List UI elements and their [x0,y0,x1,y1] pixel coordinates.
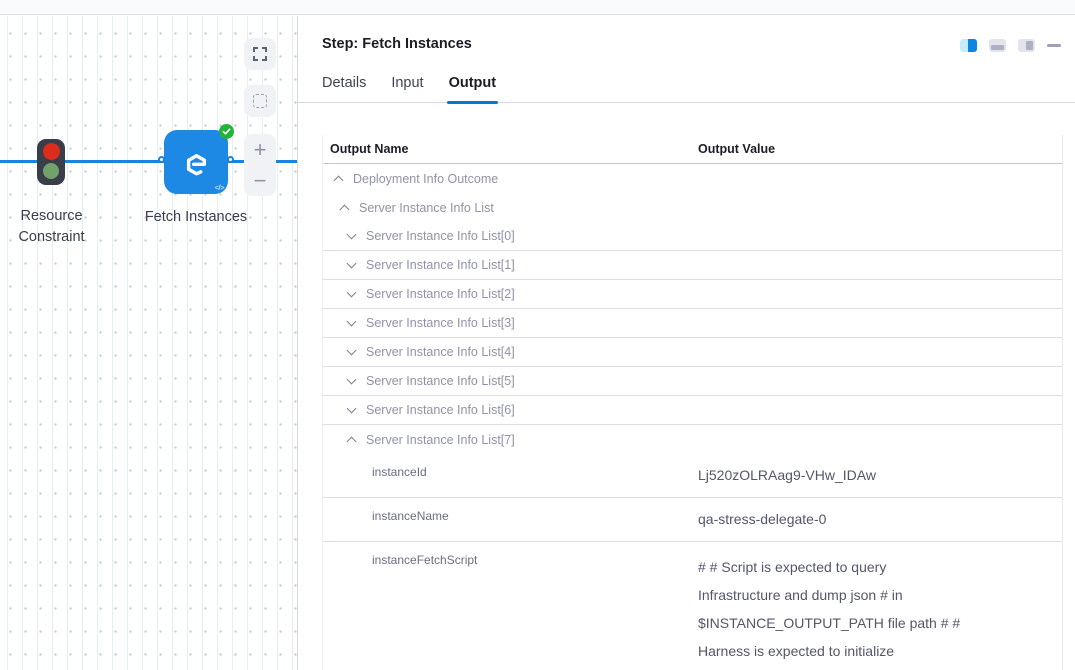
chevron-down-icon[interactable] [347,259,357,269]
panel-title: Step: Fetch Instances [322,36,960,52]
tab-output-label: Output [449,75,497,91]
output-row[interactable]: Server Instance Info List[5] [323,367,1062,396]
harness-step-icon [183,149,210,176]
zoom-out-button[interactable]: − [244,165,276,196]
traffic-light-red-icon [43,143,60,160]
output-row[interactable]: Server Instance Info List[6] [323,396,1062,425]
output-row: instanceId Lj520zOLRAag9-VHw_IDAw [323,454,1062,498]
output-row[interactable]: Server Instance Info List[1] [323,251,1062,280]
output-row[interactable]: Server Instance Info List[7] [323,425,1062,454]
zoom-in-button[interactable]: + [244,134,276,165]
output-name: instanceName [372,509,449,523]
tab-output[interactable]: Output [449,75,497,102]
output-name: Server Instance Info List [359,201,494,215]
fullscreen-button[interactable] [244,38,276,70]
output-value: Lj520zOLRAag9-VHw_IDAw [698,465,1062,485]
output-name: instanceFetchScript [372,553,477,567]
output-row[interactable]: Server Instance Info List[4] [323,338,1062,367]
marquee-icon [253,94,267,108]
output-name: Deployment Info Outcome [353,172,498,186]
output-name: Server Instance Info List[3] [366,316,515,330]
output-name: Server Instance Info List[2] [366,287,515,301]
step-details-panel: Step: Fetch Instances Details Input Outp… [298,16,1075,670]
output-row[interactable]: Server Instance Info List[2] [323,280,1062,309]
pipeline-canvas[interactable]: Resource Constraint </> Fetch Instances [0,16,298,670]
fullscreen-icon [252,46,268,62]
fetch-instances-label: Fetch Instances [116,207,276,228]
right-panel-view-icon[interactable] [1018,39,1035,52]
panel-view-controls [960,39,1061,52]
output-table: Output Name Output Value Deployment Info… [322,135,1063,670]
chevron-down-icon[interactable] [347,288,357,298]
chevron-up-icon[interactable] [340,204,350,214]
chevron-up-icon[interactable] [334,175,344,185]
zoom-controls: + − [244,134,276,196]
tab-input[interactable]: Input [391,75,423,102]
output-table-header: Output Name Output Value [323,135,1062,164]
chevron-down-icon[interactable] [347,230,357,240]
marquee-select-button[interactable] [244,85,276,117]
output-name: Server Instance Info List[1] [366,258,515,272]
column-header-output-name: Output Name [323,142,698,156]
chevron-up-icon[interactable] [347,436,357,446]
node-fetch-instances[interactable]: </> [164,130,228,194]
output-name: Server Instance Info List[6] [366,403,515,417]
output-value: qa-stress-delegate-0 [698,509,1062,529]
output-name: Server Instance Info List[7] [366,433,515,447]
output-row[interactable]: Deployment Info Outcome [323,164,1062,193]
bottom-panel-view-icon[interactable] [989,39,1006,52]
output-name: instanceId [372,465,427,479]
output-port-icon[interactable] [227,156,234,163]
resource-constraint-label: Resource Constraint [0,206,103,248]
output-row[interactable]: Server Instance Info List [323,193,1062,222]
chevron-down-icon[interactable] [347,375,357,385]
column-header-output-value: Output Value [698,142,1062,156]
output-row[interactable]: Server Instance Info List[0] [323,222,1062,251]
top-bar [0,0,1075,15]
traffic-light-green-icon [43,163,59,179]
tab-bar: Details Input Output [298,75,1075,103]
code-icon: </> [215,183,224,192]
chevron-down-icon[interactable] [347,317,357,327]
output-row: instanceFetchScript # # Script is expecte… [323,542,1062,670]
output-value: # # Script is expected to queryInfrastru… [698,553,1062,670]
minimize-icon[interactable] [1047,44,1061,47]
tab-details[interactable]: Details [322,75,366,102]
chevron-down-icon[interactable] [347,404,357,414]
output-row[interactable]: Server Instance Info List[3] [323,309,1062,338]
app-screen: Resource Constraint </> Fetch Instances [0,0,1075,670]
active-tab-underline [447,101,499,104]
node-resource-constraint[interactable] [37,139,65,185]
output-name: Server Instance Info List[4] [366,345,515,359]
output-name: Server Instance Info List[5] [366,374,515,388]
success-check-icon [219,124,234,139]
panel-header: Step: Fetch Instances [298,16,1075,52]
input-port-icon[interactable] [158,156,165,163]
output-row: instanceName qa-stress-delegate-0 [323,498,1062,542]
split-view-icon[interactable] [960,39,977,52]
output-table-body: Deployment Info Outcome Server Instance I… [323,164,1062,670]
chevron-down-icon[interactable] [347,346,357,356]
output-name: Server Instance Info List[0] [366,229,515,243]
